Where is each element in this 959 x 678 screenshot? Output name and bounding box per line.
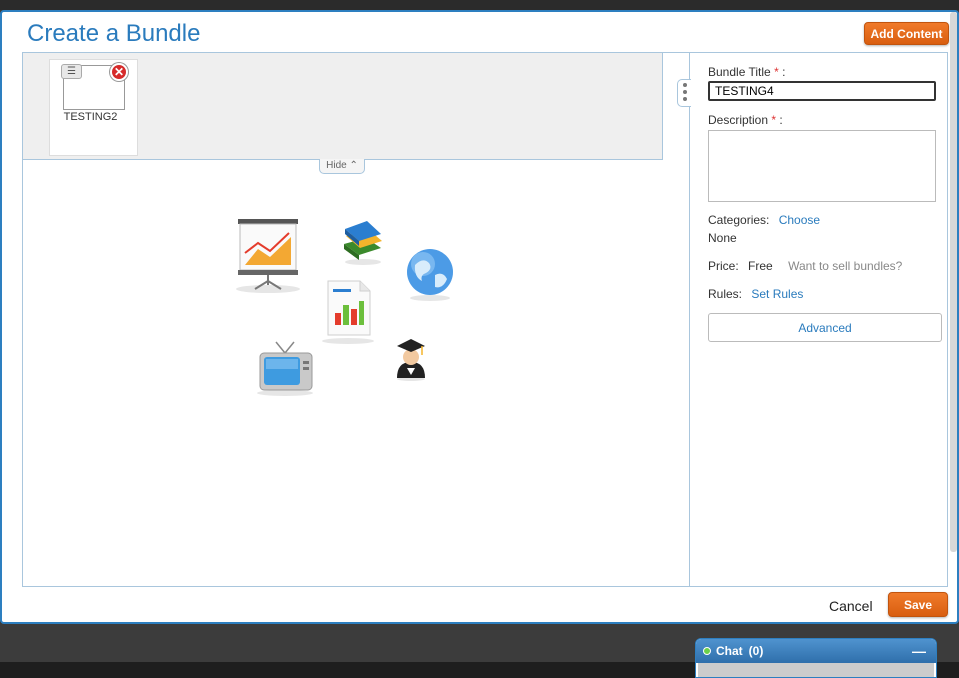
chat-header[interactable]: Chat (0) — — [696, 639, 936, 663]
backdrop-top — [0, 0, 959, 10]
sell-bundles-link[interactable]: Want to sell bundles? — [788, 259, 902, 273]
description-label: Description * : — [708, 113, 783, 127]
dialog-scrollbar[interactable] — [950, 12, 957, 552]
panel-drag-handle[interactable] — [677, 79, 691, 107]
categories-label: Categories: — [708, 213, 770, 227]
chat-count: (0) — [748, 644, 764, 658]
television-icon — [257, 341, 313, 396]
minimize-icon[interactable]: — — [912, 643, 926, 659]
description-field[interactable] — [708, 130, 936, 202]
graduate-icon — [397, 339, 425, 381]
chat-body — [698, 663, 934, 677]
bundle-title-label-text: Bundle Title — [708, 65, 771, 79]
save-button[interactable]: Save — [888, 592, 948, 617]
presentation-chart-icon — [236, 219, 300, 293]
create-bundle-dialog: Create a Bundle Add Content ☰ ✕ TESTING2… — [0, 10, 959, 624]
books-icon — [344, 221, 382, 265]
rules-row: Rules: Set Rules — [708, 287, 803, 301]
advanced-button[interactable]: Advanced — [708, 313, 942, 342]
rules-label: Rules: — [708, 287, 743, 301]
choose-categories-link[interactable]: Choose — [779, 213, 820, 227]
globe-icon — [407, 249, 453, 301]
set-rules-link[interactable]: Set Rules — [751, 287, 803, 301]
required-marker: * — [774, 65, 779, 79]
categories-row: Categories: Choose — [708, 213, 820, 227]
document-chart-icon — [322, 280, 374, 344]
description-label-text: Description — [708, 113, 769, 127]
handle-dot — [682, 83, 687, 87]
label-suffix: : — [779, 113, 783, 127]
categories-value: None — [708, 231, 737, 245]
handle-dot — [682, 97, 687, 101]
label-suffix: : — [782, 65, 786, 79]
work-area: ☰ ✕ TESTING2 Hide ⌃ Bundle Title *: TES… — [22, 52, 948, 587]
price-label: Price: — [708, 259, 739, 273]
bundle-title-label: Bundle Title * : — [708, 65, 785, 79]
chat-widget[interactable]: Chat (0) — — [695, 638, 937, 678]
dialog-title: Create a Bundle — [27, 20, 201, 47]
chat-label: Chat — [716, 644, 743, 658]
price-row: Price: Free Want to sell bundles? — [708, 259, 902, 273]
bundle-title-input[interactable] — [708, 81, 936, 101]
add-content-button[interactable]: Add Content — [864, 22, 949, 45]
required-marker: * — [771, 113, 777, 127]
empty-state-illustration — [236, 219, 453, 396]
handle-dot — [682, 90, 687, 94]
bundle-canvas: ☰ ✕ TESTING2 Hide ⌃ — [23, 53, 690, 586]
cancel-button[interactable]: Cancel — [829, 598, 873, 614]
price-value: Free — [748, 259, 773, 273]
online-status-icon — [703, 647, 711, 655]
